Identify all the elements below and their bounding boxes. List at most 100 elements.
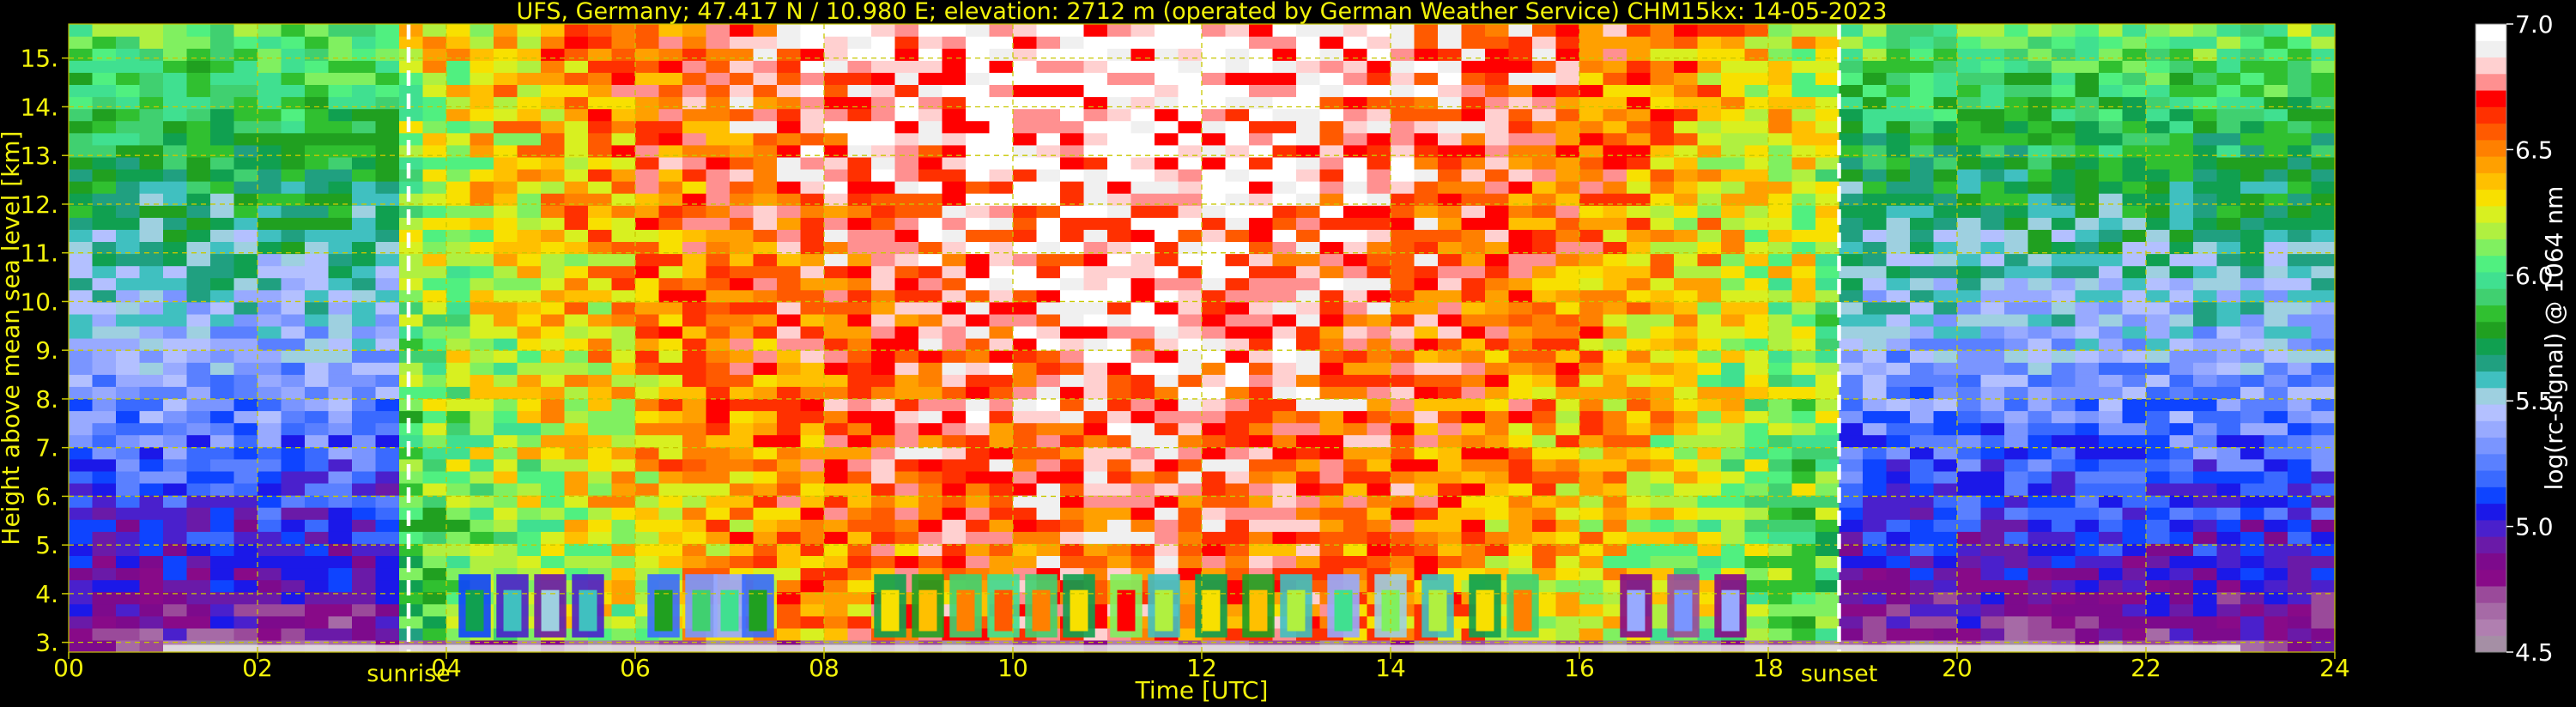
heatmap-cell xyxy=(753,338,778,351)
heatmap-cell xyxy=(352,410,377,424)
heatmap-cell xyxy=(2216,338,2241,351)
heatmap-cell xyxy=(1414,277,1439,291)
heatmap-cell xyxy=(824,386,849,399)
heatmap-cell xyxy=(1438,458,1463,472)
heatmap-cell xyxy=(1863,507,1888,520)
heatmap-cell xyxy=(1650,313,1675,327)
heatmap-cell xyxy=(2169,519,2194,532)
heatmap-cell xyxy=(186,410,211,424)
heatmap-cell xyxy=(1910,362,1935,375)
heatmap-cell xyxy=(2146,72,2171,85)
heatmap-cell xyxy=(1107,410,1132,424)
heatmap-cell xyxy=(564,217,589,230)
heatmap-cell xyxy=(1391,350,1415,363)
heatmap-cell xyxy=(1627,325,1652,339)
heatmap-cell xyxy=(352,567,377,581)
heatmap-cell xyxy=(1414,36,1439,49)
heatmap-cell xyxy=(281,446,306,460)
heatmap-cell xyxy=(2193,108,2218,122)
heatmap-cell xyxy=(777,627,802,641)
heatmap-cell xyxy=(777,458,802,472)
heatmap-cell xyxy=(706,519,730,532)
heatmap-cell xyxy=(1791,289,1816,303)
heatmap-cell xyxy=(1367,482,1391,496)
heatmap-cell xyxy=(942,350,967,363)
heatmap-cell xyxy=(210,108,235,122)
heatmap-cell xyxy=(1013,72,1038,85)
heatmap-cell xyxy=(1768,410,1793,424)
heatmap-cell xyxy=(1391,338,1415,351)
heatmap-cell xyxy=(1957,168,1982,182)
heatmap-cell xyxy=(305,482,330,496)
heatmap-cell xyxy=(1980,543,2005,556)
heatmap-cell xyxy=(1721,495,1746,508)
heatmap-cell xyxy=(2027,434,2052,448)
heatmap-cell xyxy=(942,36,967,49)
heatmap-cell xyxy=(1839,555,1864,569)
heatmap-cell xyxy=(1485,555,1510,569)
heatmap-cell xyxy=(2240,60,2265,73)
heatmap-cell xyxy=(305,48,330,61)
heatmap-cell xyxy=(1674,422,1699,436)
heatmap-cell xyxy=(163,325,188,339)
heatmap-cell xyxy=(2240,579,2265,593)
heatmap-cell xyxy=(1508,434,1533,448)
heatmap-cell xyxy=(258,446,282,460)
heatmap-cell xyxy=(1013,434,1038,448)
heatmap-cell xyxy=(1508,229,1533,242)
heatmap-cell xyxy=(966,60,991,73)
heatmap-cell xyxy=(2052,398,2076,412)
heatmap-cell xyxy=(1791,555,1816,569)
heatmap-cell xyxy=(2193,386,2218,399)
heatmap-cell xyxy=(2240,84,2265,98)
heatmap-cell xyxy=(1532,398,1557,412)
heatmap-cell xyxy=(92,567,117,581)
heatmap-cell xyxy=(422,36,447,49)
heatmap-cell xyxy=(1036,386,1061,399)
heatmap-cell xyxy=(1414,507,1439,520)
heatmap-cell xyxy=(1367,241,1391,255)
heatmap-cell xyxy=(1555,507,1580,520)
heatmap-cell xyxy=(1744,132,1769,146)
heatmap-cell xyxy=(517,96,542,110)
heatmap-cell xyxy=(2240,156,2265,170)
heatmap-cell xyxy=(2216,60,2241,73)
heatmap-cell xyxy=(2169,579,2194,593)
heatmap-cell xyxy=(1319,168,1344,182)
heatmap-cell xyxy=(847,579,872,593)
heatmap-cell xyxy=(1791,470,1816,484)
heatmap-cell xyxy=(2146,156,2171,170)
heatmap-cell xyxy=(1272,289,1297,303)
heatmap-cell xyxy=(2075,325,2100,339)
heatmap-cell xyxy=(1130,205,1155,218)
heatmap-cell xyxy=(422,434,447,448)
heatmap-cell xyxy=(706,48,730,61)
heatmap-cell xyxy=(116,253,141,267)
heatmap-cell xyxy=(1933,253,1958,267)
heatmap-cell xyxy=(1178,313,1203,327)
heatmap-cell xyxy=(635,362,660,375)
heatmap-cell xyxy=(2099,313,2124,327)
heatmap-cell xyxy=(139,434,164,448)
heatmap-cell xyxy=(1791,301,1816,315)
heatmap-cell xyxy=(2027,579,2052,593)
heatmap-cell xyxy=(2264,229,2288,242)
heatmap-cell xyxy=(1367,36,1391,49)
heatmap-cell xyxy=(2027,253,2052,267)
heatmap-cell xyxy=(1697,543,1722,556)
heatmap-cell xyxy=(1957,495,1982,508)
heatmap-cell xyxy=(375,301,400,315)
heatmap-cell xyxy=(824,627,849,641)
heatmap-cell xyxy=(2122,567,2147,581)
heatmap-cell xyxy=(1957,253,1982,267)
heatmap-cell xyxy=(1933,446,1958,460)
heatmap-cell xyxy=(1367,446,1391,460)
heatmap-cell xyxy=(328,120,353,134)
heatmap-cell xyxy=(1319,507,1344,520)
heatmap-cell xyxy=(1815,446,1840,460)
heatmap-cell xyxy=(352,60,377,73)
heatmap-cell xyxy=(1130,181,1155,194)
heatmap-cell xyxy=(2052,410,2076,424)
heatmap-cell xyxy=(1272,24,1297,37)
heatmap-cell xyxy=(1650,446,1675,460)
